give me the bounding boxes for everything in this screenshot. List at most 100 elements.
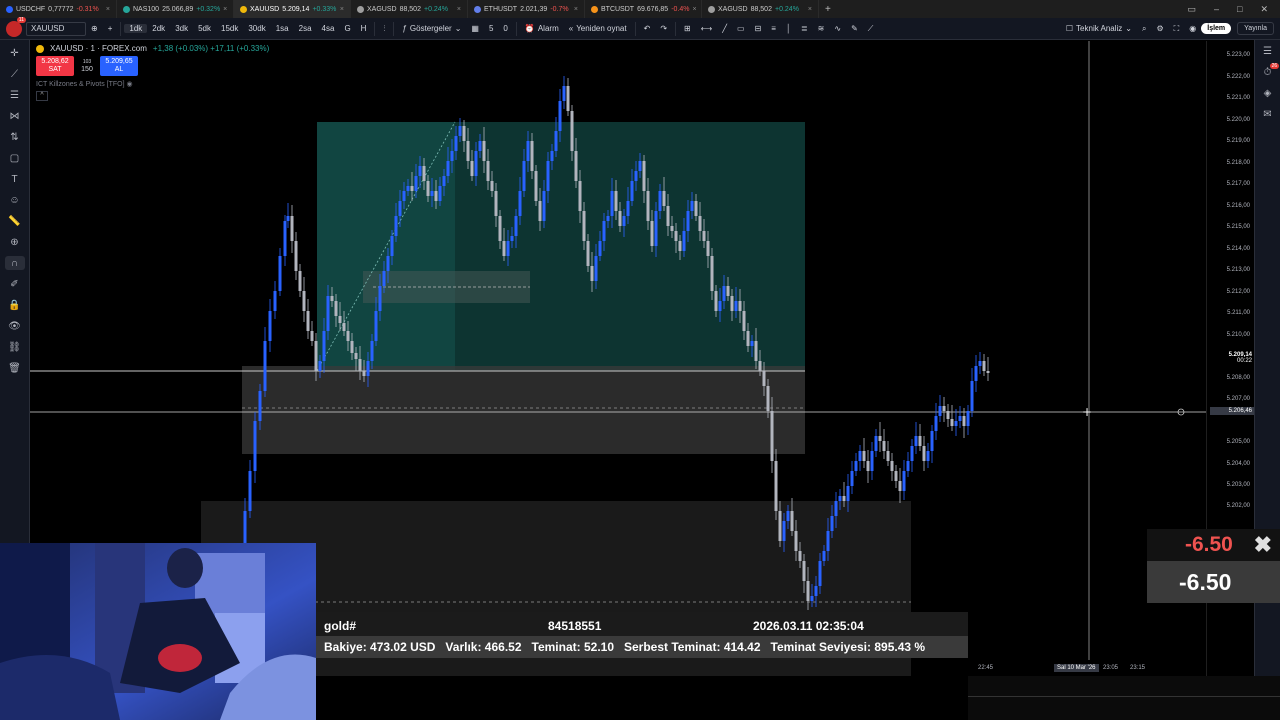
summary-value: 52.10: [583, 640, 614, 654]
new-tab-icon[interactable]: +: [819, 4, 837, 15]
tab-price: 88,502: [399, 5, 421, 13]
fib-tool-icon[interactable]: ☰: [5, 88, 25, 102]
timeframe-1dk[interactable]: 1dk: [124, 24, 148, 33]
pencil-lock-icon[interactable]: ✐: [5, 277, 25, 291]
brush-icon[interactable]: ✎: [846, 24, 863, 33]
channel-icon[interactable]: ≣: [796, 24, 813, 33]
timeframe-5dk[interactable]: 5dk: [193, 24, 216, 33]
tech-analysis-button[interactable]: ☐ Teknik Analiz ⌄: [1061, 24, 1137, 33]
symbol-search[interactable]: XAUUSD: [26, 21, 86, 36]
sell-button[interactable]: 5.208,62 SAT: [36, 56, 74, 76]
timeframe-3dk[interactable]: 3dk: [170, 24, 193, 33]
compare-icon[interactable]: +: [103, 24, 118, 33]
undo-icon[interactable]: ↶: [639, 24, 656, 33]
trade-button[interactable]: İşlem: [1201, 23, 1232, 34]
camera-icon[interactable]: ◉: [1184, 24, 1201, 33]
indicator-row[interactable]: ICT Killzones & Pivots [TFO] ◉: [36, 80, 269, 88]
counter-2[interactable]: 0: [498, 24, 512, 33]
browser-tab-btcusdt[interactable]: BTCUSDT 69.676,85 -0.4% ×: [585, 0, 702, 18]
fib-icon[interactable]: ⊟: [750, 24, 767, 33]
replay-button[interactable]: «Yeniden oynat: [564, 24, 632, 33]
timeframe-G[interactable]: G: [339, 24, 355, 33]
browser-tab-xagusd[interactable]: XAGUSD 88,502 +0.24% ×: [702, 0, 819, 18]
indicators-button[interactable]: ƒ Göstergeler ⌄: [397, 24, 466, 33]
close-tab-icon[interactable]: ×: [808, 6, 812, 13]
search-icon[interactable]: ⌕: [1137, 24, 1151, 34]
minimize-icon[interactable]: –: [1214, 4, 1219, 15]
vertical-line-icon[interactable]: │: [781, 24, 796, 33]
zoom-icon[interactable]: ⊕: [5, 235, 25, 249]
candle-up: [542, 191, 546, 221]
close-tab-icon[interactable]: ×: [457, 6, 461, 13]
avatar[interactable]: 11: [6, 16, 26, 37]
emoji-tool-icon[interactable]: ☺: [5, 193, 25, 207]
close-icon[interactable]: ✖: [1254, 532, 1272, 558]
timeframe-2dk[interactable]: 2dk: [147, 24, 170, 33]
candle-down: [646, 191, 650, 221]
shape-tool-icon[interactable]: ▢: [5, 151, 25, 165]
alarm-button[interactable]: ⏰ Alarm: [520, 24, 564, 33]
eye-icon[interactable]: ◉: [127, 81, 133, 88]
timeframe-H[interactable]: H: [356, 24, 372, 33]
redo-icon[interactable]: ↷: [655, 24, 672, 33]
rectangle-icon[interactable]: ▭: [732, 24, 750, 33]
buy-button[interactable]: 5.209,65 AL: [100, 56, 138, 76]
chart-type-icon[interactable]: ⫶: [378, 24, 390, 34]
link-icon[interactable]: ⛓: [5, 340, 25, 354]
trend-line-icon[interactable]: ╱: [717, 24, 732, 33]
close-window-icon[interactable]: ✕: [1260, 4, 1268, 15]
trendline-tool-icon[interactable]: ⟋: [5, 67, 25, 81]
browser-tab-usdchf[interactable]: USDCHF 0,77772 -0.31% ×: [0, 0, 117, 18]
counter-1[interactable]: 5: [484, 24, 498, 33]
browser-tab-xauusd[interactable]: XAUUSD 5.209,14 +0.33% ×: [234, 0, 351, 18]
split-view-icon[interactable]: ▭: [1187, 4, 1196, 15]
quantity-field[interactable]: 103 150: [76, 58, 98, 74]
lock-icon[interactable]: 🔒: [5, 298, 25, 312]
close-tab-icon[interactable]: ×: [693, 6, 697, 13]
chat-icon[interactable]: ✉: [1263, 109, 1271, 120]
publish-button[interactable]: Yayınla: [1237, 22, 1274, 35]
pattern-tool-icon[interactable]: ⋈: [5, 109, 25, 123]
lines-icon[interactable]: ≡: [766, 24, 781, 33]
timeframe-1sa[interactable]: 1sa: [271, 24, 294, 33]
timeframe-15dk[interactable]: 15dk: [216, 24, 243, 33]
ruler-icon[interactable]: 📏: [5, 214, 25, 228]
timeframe-2sa[interactable]: 2sa: [294, 24, 317, 33]
browser-tab-ethusdt[interactable]: ETHUSDT 2.021,39 -0.7% ×: [468, 0, 585, 18]
position-time: 2026.03.11 02:35:04: [753, 619, 864, 633]
templates-icon[interactable]: ▦: [466, 24, 484, 33]
candle-up: [374, 311, 378, 341]
fullscreen-icon[interactable]: ⛶: [1169, 24, 1185, 34]
collapse-legend-button[interactable]: ^: [36, 91, 48, 101]
alerts-clock-icon[interactable]: ⏱ 26: [1264, 63, 1280, 78]
layers-icon[interactable]: ◈: [1264, 88, 1272, 99]
close-tab-icon[interactable]: ×: [340, 6, 344, 13]
position-row[interactable]: gold# 84518551 2026.03.11 02:35:04: [324, 619, 964, 633]
pattern-icon[interactable]: ≋: [813, 24, 830, 33]
magnet-icon[interactable]: ∩: [4, 256, 25, 270]
forecast-tool-icon[interactable]: ⇅: [5, 130, 25, 144]
horizontal-line-icon[interactable]: ⟷: [696, 24, 717, 33]
trash-icon[interactable]: 🗑: [5, 361, 25, 375]
candle-up: [906, 461, 910, 471]
path-icon[interactable]: ⟋: [863, 24, 879, 34]
eye-icon[interactable]: 👁: [5, 319, 25, 333]
grid-icon[interactable]: ⊞: [679, 24, 696, 33]
close-tab-icon[interactable]: ×: [574, 6, 578, 13]
watchlist-icon[interactable]: ☰: [1263, 46, 1272, 57]
price-label: 5.222,00: [1226, 74, 1250, 80]
text-tool-icon[interactable]: T: [5, 172, 25, 186]
timeframe-4sa[interactable]: 4sa: [317, 24, 340, 33]
browser-tab-nas100[interactable]: NAS100 25.066,89 +0.32% ×: [117, 0, 234, 18]
close-tab-icon[interactable]: ×: [223, 6, 227, 13]
pnl-header: -6.50 ✖: [1147, 529, 1280, 561]
settings-icon[interactable]: ⚙: [1151, 24, 1168, 33]
add-symbol-icon[interactable]: ⊕: [86, 24, 103, 33]
timeframe-30dk[interactable]: 30dk: [243, 24, 270, 33]
crosshair-icon[interactable]: ✛: [5, 46, 25, 60]
time-axis[interactable]: 22:45 Sal 10 Mar '26 23:05 23:15: [968, 660, 1206, 676]
wave-icon[interactable]: ∿: [829, 24, 846, 33]
close-tab-icon[interactable]: ×: [106, 6, 110, 13]
maximize-icon[interactable]: □: [1237, 4, 1242, 15]
browser-tab-xagusd[interactable]: XAGUSD 88,502 +0.24% ×: [351, 0, 468, 18]
